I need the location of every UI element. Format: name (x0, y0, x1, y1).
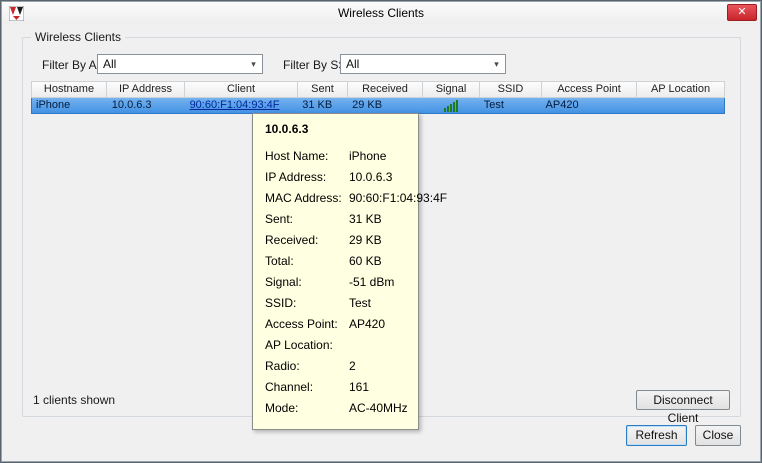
tooltip-field-value (349, 335, 406, 356)
column-header-access-point[interactable]: Access Point (542, 81, 637, 98)
tooltip-field-value: 60 KB (349, 251, 406, 272)
title-bar: Wireless Clients ✕ (2, 2, 760, 24)
cell-received: 29 KB (348, 98, 423, 113)
tooltip-field-label: Radio: (265, 356, 349, 377)
cell-ap-location (636, 98, 724, 113)
filter-by-ssid-select[interactable]: All ▾ (340, 54, 506, 74)
cell-ip-address: 10.0.6.3 (108, 98, 186, 113)
tooltip-field-label: Signal: (265, 272, 349, 293)
tooltip-field-label: Sent: (265, 209, 349, 230)
column-header-sent[interactable]: Sent (298, 81, 348, 98)
column-header-ssid[interactable]: SSID (480, 81, 542, 98)
tooltip-field-value: 90:60:F1:04:93:4F (349, 188, 447, 209)
signal-bars-icon (444, 100, 458, 112)
filter-by-ap-select[interactable]: All ▾ (97, 54, 263, 74)
tooltip-field-value: iPhone (349, 146, 406, 167)
tooltip-field-value: Test (349, 293, 406, 314)
tooltip-field-label: Channel: (265, 377, 349, 398)
table-header-row: Hostname IP Address Client Sent Received… (31, 81, 725, 98)
tooltip-field-value: AP420 (349, 314, 406, 335)
cell-sent: 31 KB (298, 98, 348, 113)
wireless-clients-dialog: Wireless Clients ✕ Wireless Clients Filt… (0, 0, 762, 463)
tooltip-field-label: AP Location: (265, 335, 349, 356)
filter-by-ap-value: All (98, 57, 245, 71)
tooltip-field-label: Mode: (265, 398, 349, 419)
window-title: Wireless Clients (2, 6, 760, 20)
refresh-button[interactable]: Refresh (626, 425, 687, 446)
clients-shown-status: 1 clients shown (33, 393, 115, 407)
tooltip-field-label: Access Point: (265, 314, 349, 335)
tooltip-field-value: 29 KB (349, 230, 406, 251)
tooltip-field-value: AC-40MHz (349, 398, 408, 419)
clients-table: Hostname IP Address Client Sent Received… (31, 81, 725, 114)
tooltip-field-value: 2 (349, 356, 406, 377)
tooltip-field-value: 31 KB (349, 209, 406, 230)
cell-signal (423, 98, 480, 113)
tooltip-field-label: SSID: (265, 293, 349, 314)
tooltip-title: 10.0.6.3 (265, 122, 406, 136)
chevron-down-icon: ▾ (488, 55, 505, 73)
chevron-down-icon: ▾ (245, 55, 262, 73)
column-header-ap-location[interactable]: AP Location (637, 81, 725, 98)
client-mac-link[interactable]: 90:60:F1:04:93:4F (190, 99, 280, 111)
disconnect-client-button[interactable]: Disconnect Client (636, 390, 730, 410)
client-details-tooltip: 10.0.6.3 Host Name:iPhone IP Address:10.… (252, 113, 419, 430)
column-header-client[interactable]: Client (185, 81, 298, 98)
cell-access-point: AP420 (542, 98, 637, 113)
tooltip-field-label: Host Name: (265, 146, 349, 167)
column-header-received[interactable]: Received (348, 81, 423, 98)
table-row[interactable]: iPhone 10.0.6.3 90:60:F1:04:93:4F 31 KB … (31, 98, 725, 114)
tooltip-field-value: -51 dBm (349, 272, 406, 293)
column-header-hostname[interactable]: Hostname (31, 81, 107, 98)
column-header-ip-address[interactable]: IP Address (107, 81, 185, 98)
cell-hostname: iPhone (32, 98, 108, 113)
filter-by-ssid-value: All (341, 57, 488, 71)
tooltip-field-value: 10.0.6.3 (349, 167, 406, 188)
close-window-button[interactable]: ✕ (727, 4, 757, 21)
filter-by-ap-label: Filter By AP (42, 58, 105, 72)
tooltip-field-label: MAC Address: (265, 188, 349, 209)
column-header-signal[interactable]: Signal (423, 81, 480, 98)
tooltip-field-label: IP Address: (265, 167, 349, 188)
group-title: Wireless Clients (31, 30, 125, 44)
tooltip-field-label: Received: (265, 230, 349, 251)
close-dialog-button[interactable]: Close (695, 425, 741, 446)
tooltip-field-value: 161 (349, 377, 406, 398)
tooltip-field-label: Total: (265, 251, 349, 272)
cell-ssid: Test (480, 98, 542, 113)
